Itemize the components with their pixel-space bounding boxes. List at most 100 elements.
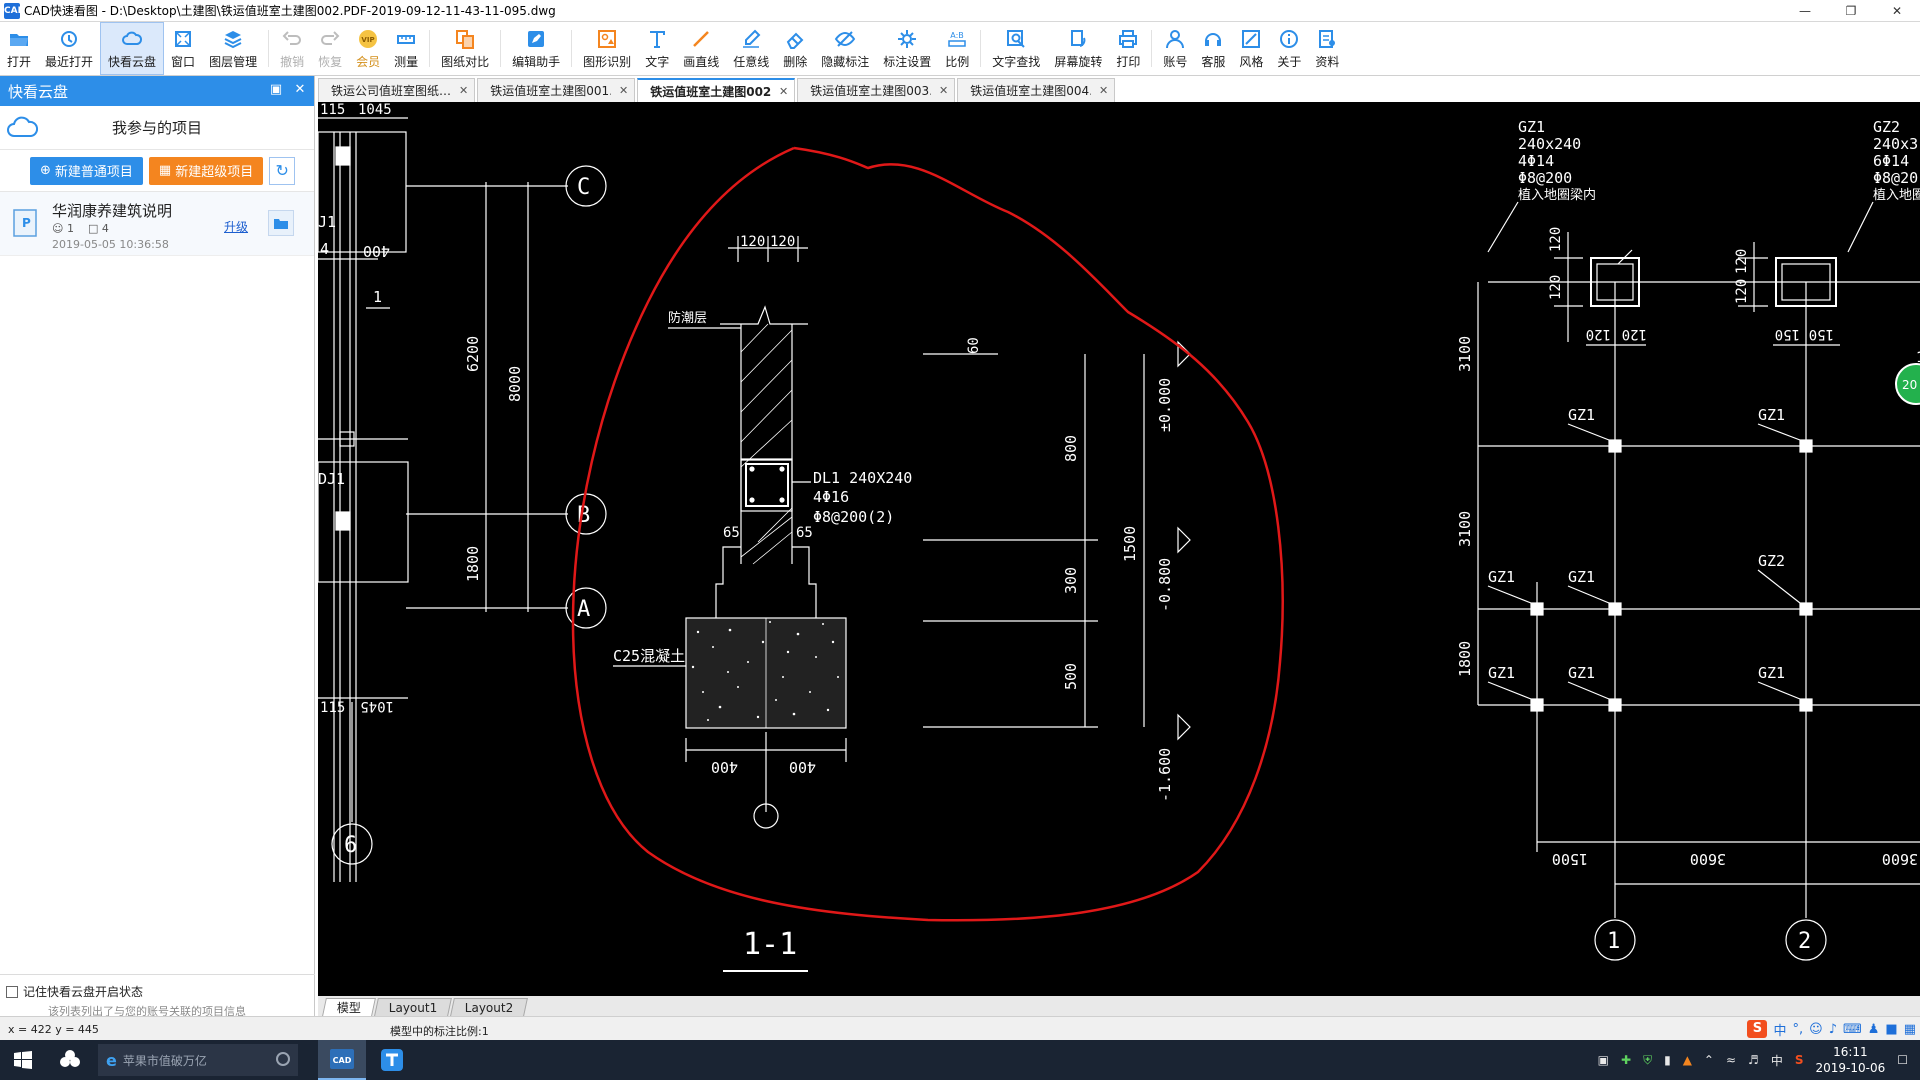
note-text: Φ8@200 xyxy=(1518,169,1572,187)
vip-button[interactable]: VIP 会员 xyxy=(349,22,387,75)
flower-icon xyxy=(60,1050,80,1067)
skin-icon[interactable]: ■ xyxy=(1885,1022,1897,1037)
dim-text: 120 xyxy=(770,234,795,250)
upgrade-link[interactable]: 升级 xyxy=(224,218,248,235)
open-folder-button[interactable] xyxy=(268,210,294,236)
panel-float-icon[interactable]: ▣ xyxy=(268,82,284,98)
doc-tab-2[interactable]: 铁运值班室土建图001… ✕ xyxy=(477,78,636,102)
notification-icon[interactable]: ☐ xyxy=(1897,1053,1908,1067)
close-tab-icon[interactable]: ✕ xyxy=(619,84,628,97)
panel-close-icon[interactable]: ✕ xyxy=(292,82,308,98)
window-button[interactable]: 窗口 xyxy=(164,22,202,75)
restore-button[interactable]: ❐ xyxy=(1828,0,1874,22)
dim-text: 1500 xyxy=(1552,850,1588,868)
mic-icon[interactable]: ♪ xyxy=(1829,1022,1837,1037)
annotation-settings-icon xyxy=(896,28,918,50)
doc-tab-4[interactable]: 铁运值班室土建图003… ✕ xyxy=(797,78,956,102)
text-button[interactable]: 文字 xyxy=(638,22,676,75)
style-button[interactable]: 风格 xyxy=(1232,22,1270,75)
compare-button[interactable]: 图纸对比 xyxy=(434,22,496,75)
dim-text: 65 xyxy=(796,525,813,541)
tray-usb-icon[interactable]: ▮ xyxy=(1664,1053,1671,1067)
taskbar-search-box[interactable]: e 苹果市值破万亿 xyxy=(98,1044,298,1076)
new-super-project-button[interactable]: ▦ 新建超级项目 xyxy=(148,156,264,185)
taskbar-cad-app[interactable]: CAD xyxy=(318,1040,366,1080)
tray-ime-label[interactable]: 中 xyxy=(1771,1052,1783,1069)
text-icon xyxy=(646,28,668,50)
note-text: Φ8@20 xyxy=(1873,169,1918,187)
keyboard-icon[interactable]: ⌨ xyxy=(1843,1022,1862,1037)
tray-expand-icon[interactable]: ⌃ xyxy=(1704,1053,1714,1067)
text-search-button[interactable]: 文字查找 xyxy=(985,22,1047,75)
sogou-icon[interactable]: S xyxy=(1747,1020,1768,1038)
tray-app-icon[interactable]: ▣ xyxy=(1598,1053,1609,1067)
account-button[interactable]: 账号 xyxy=(1156,22,1194,75)
close-tab-icon[interactable]: ✕ xyxy=(779,85,788,98)
ime-mode-label[interactable]: 中 xyxy=(1773,1020,1786,1039)
column-label: GZ1 xyxy=(1568,664,1595,682)
minimize-button[interactable]: — xyxy=(1782,0,1828,22)
cad-canvas[interactable]: 115 1045 J1 400 4 1 DJ1 115 1045 6200 80… xyxy=(318,102,1920,996)
delete-button[interactable]: 删除 xyxy=(776,22,814,75)
freehand-button[interactable]: 任意线 xyxy=(726,22,776,75)
tray-360-icon[interactable]: ✚ xyxy=(1621,1053,1631,1067)
recent-button[interactable]: 最近打开 xyxy=(38,22,100,75)
checkbox-box[interactable] xyxy=(6,985,18,998)
hide-annotation-button[interactable]: 隐藏标注 xyxy=(814,22,876,75)
tab-model[interactable]: 模型 xyxy=(322,998,376,1016)
scale-button[interactable]: A:B 比例 xyxy=(938,22,976,75)
start-button[interactable] xyxy=(0,1040,46,1080)
print-icon xyxy=(1117,28,1139,50)
close-tab-icon[interactable]: ✕ xyxy=(939,84,948,97)
open-button[interactable]: 打开 xyxy=(0,22,38,75)
about-button[interactable]: 关于 xyxy=(1270,22,1308,75)
cad-drawing: 115 1045 J1 400 4 1 DJ1 115 1045 6200 80… xyxy=(318,102,1920,972)
undo-button[interactable]: 撤销 xyxy=(273,22,311,75)
refresh-button[interactable]: ↻ xyxy=(269,156,296,185)
close-tab-icon[interactable]: ✕ xyxy=(459,84,468,97)
clock[interactable]: 16:11 2019-10-06 xyxy=(1815,1044,1885,1076)
docs-button[interactable]: 资料 xyxy=(1308,22,1346,75)
user-icon[interactable]: ♟ xyxy=(1868,1022,1880,1037)
customer-service-button[interactable]: 客服 xyxy=(1194,22,1232,75)
wifi-icon[interactable]: ≈ xyxy=(1726,1053,1736,1067)
tray-shield-icon[interactable]: ⛨ xyxy=(1643,1053,1652,1068)
measure-button[interactable]: 测量 xyxy=(387,22,425,75)
label-text: Φ8@200(2) xyxy=(813,508,894,526)
tray-volume-icon[interactable]: ▲ xyxy=(1683,1053,1692,1067)
cloud-disk-button[interactable]: 快看云盘 xyxy=(100,22,165,75)
tab-layout1-label: Layout1 xyxy=(388,1000,438,1015)
elevation-text: ±0.000 xyxy=(1156,378,1174,432)
punctuation-icon[interactable]: °, xyxy=(1792,1022,1803,1037)
dim-text: 400 xyxy=(711,758,738,776)
rotate-screen-button[interactable]: 屏幕旋转 xyxy=(1047,22,1109,75)
edit-helper-button[interactable]: 编辑助手 xyxy=(505,22,567,75)
emoji-icon[interactable]: ☺ xyxy=(1809,1022,1823,1037)
shape-recognize-button[interactable]: 图形识别 xyxy=(576,22,638,75)
ime-toolbar[interactable]: S 中 °, ☺ ♪ ⌨ ♟ ■ ▦ xyxy=(1747,1017,1916,1041)
redo-button[interactable]: 恢复 xyxy=(311,22,349,75)
tab-layout1[interactable]: Layout1 xyxy=(374,998,453,1016)
print-button[interactable]: 打印 xyxy=(1109,22,1147,75)
dim-text: 3600 xyxy=(1882,850,1918,868)
doc-tab-5[interactable]: 铁运值班室土建图004… ✕ xyxy=(957,78,1116,102)
taskbar-text-app[interactable] xyxy=(368,1040,416,1080)
line-button[interactable]: 画直线 xyxy=(676,22,726,75)
new-normal-project-button[interactable]: ⊕ 新建普通项目 xyxy=(30,156,143,185)
project-item[interactable]: P 华润康养建筑说明 ☺ 1 □ 4 2019-05-05 10:36:58 升… xyxy=(0,192,314,256)
grid-icon[interactable]: ▦ xyxy=(1904,1022,1916,1037)
tray-sogou-icon[interactable]: S xyxy=(1795,1053,1804,1067)
close-button[interactable]: ✕ xyxy=(1874,0,1920,22)
projects-heading: 我参与的项目 xyxy=(111,119,202,137)
tab-layout2[interactable]: Layout2 xyxy=(450,998,529,1016)
floating-badge[interactable]: 20 xyxy=(1895,363,1920,405)
doc-tab-3[interactable]: 铁运值班室土建图002… ✕ xyxy=(637,78,796,102)
doc-tab-1[interactable]: 铁运公司值班室图纸… ✕ xyxy=(318,78,476,102)
close-tab-icon[interactable]: ✕ xyxy=(1099,84,1108,97)
remember-state-checkbox[interactable]: 记住快看云盘开启状态 xyxy=(6,983,143,1000)
annotation-settings-button[interactable]: 标注设置 xyxy=(876,22,938,75)
panel-header: 快看云盘 ▣ ✕ xyxy=(0,76,314,106)
cortana-button[interactable] xyxy=(46,1040,94,1080)
layer-manage-button[interactable]: 图层管理 xyxy=(202,22,264,75)
speaker-icon[interactable]: ♬ xyxy=(1748,1053,1759,1067)
